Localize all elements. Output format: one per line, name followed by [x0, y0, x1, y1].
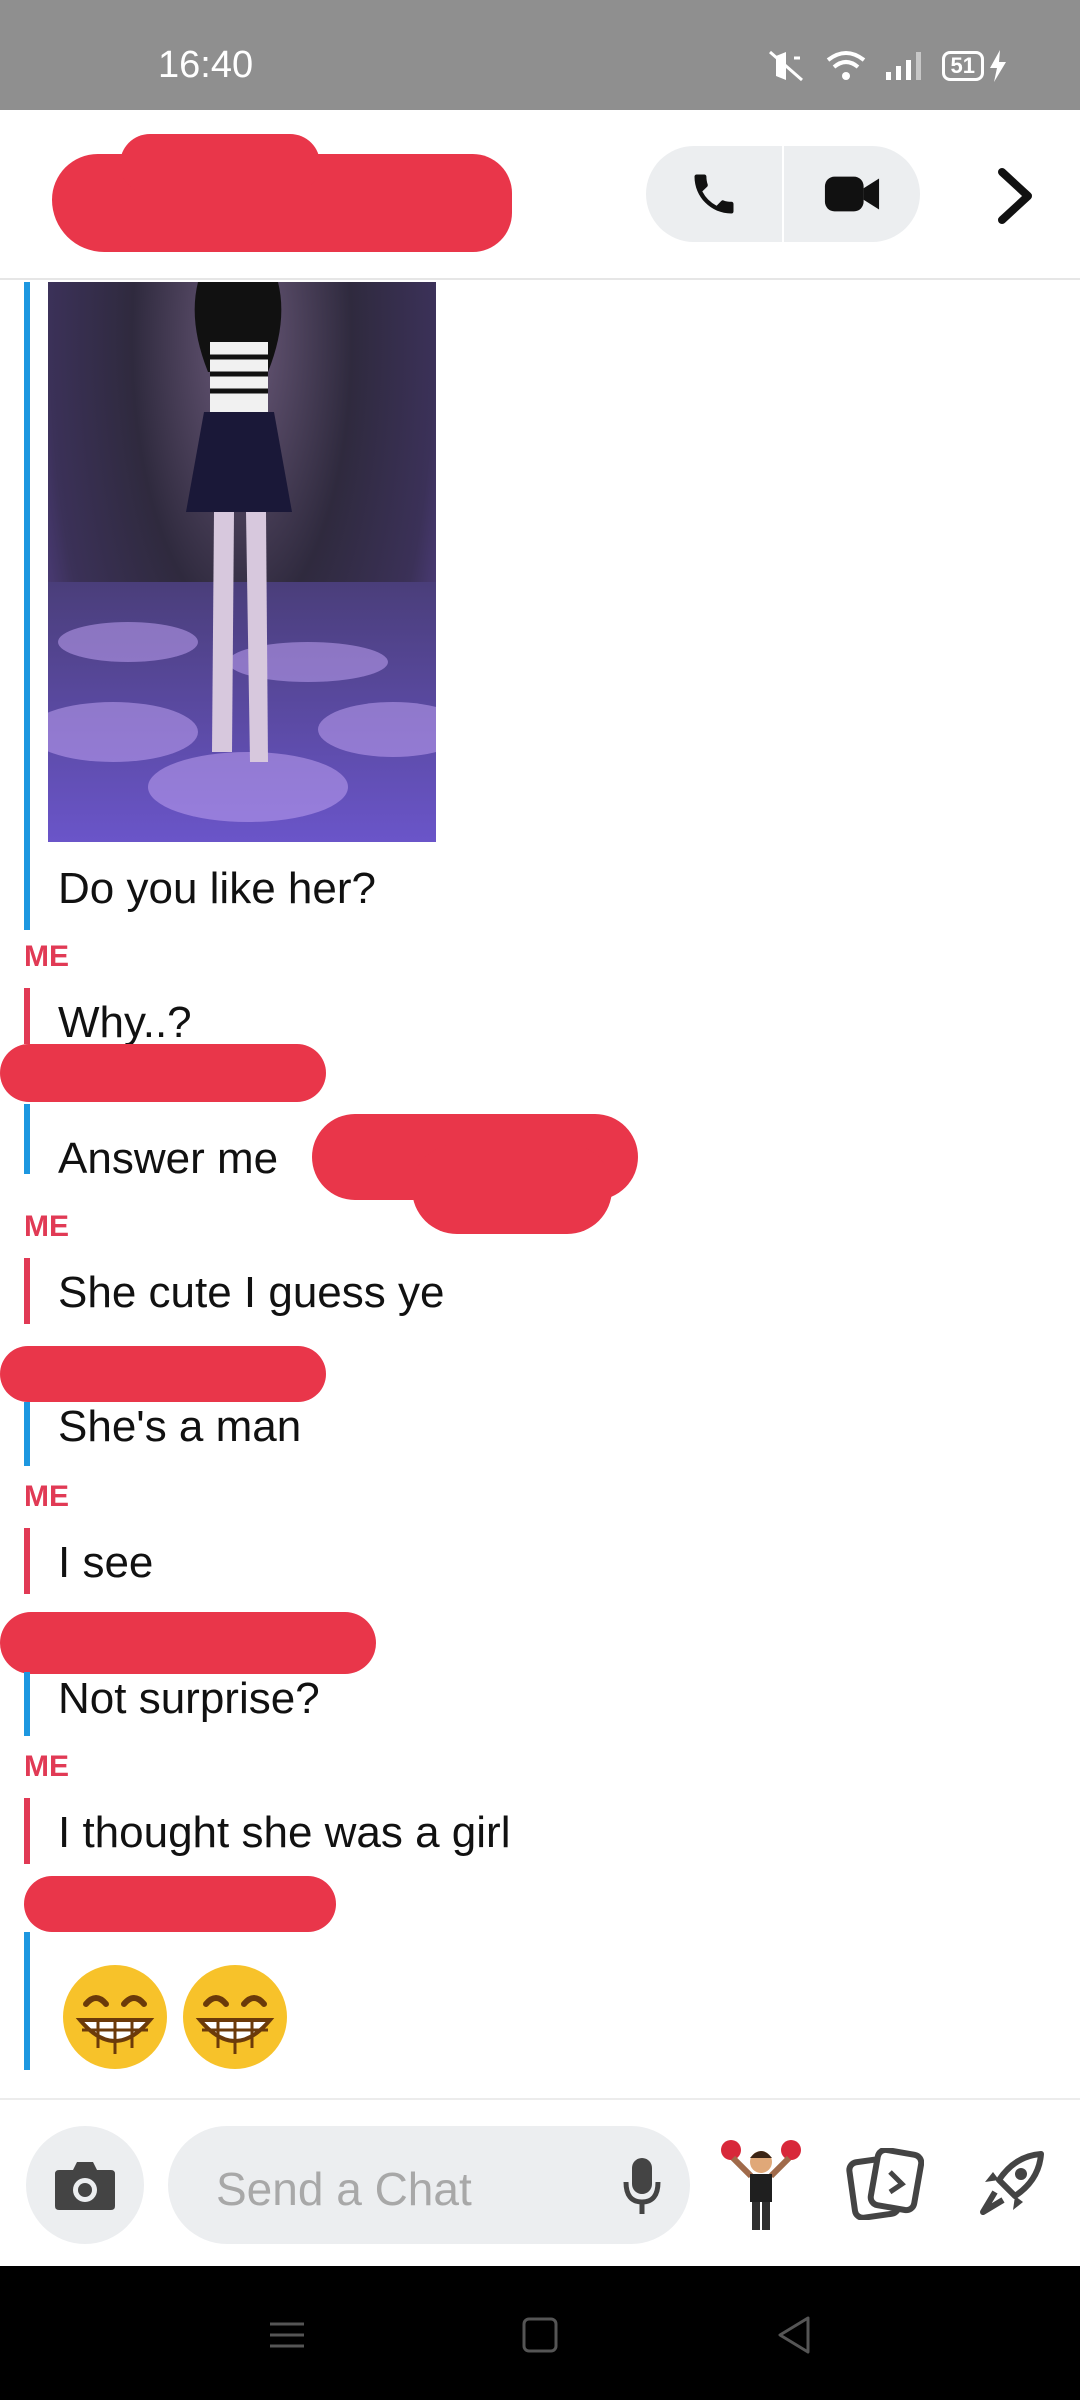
signal-icon [885, 52, 921, 80]
rocket-icon [980, 2151, 1044, 2215]
grinning-face-emoji [183, 1965, 287, 2069]
sender-label-me: ME [24, 1210, 69, 1243]
chat-header [0, 110, 1080, 280]
sender-label-me: ME [24, 1750, 69, 1783]
system-nav-bar [0, 2266, 1080, 2400]
call-actions [646, 146, 920, 242]
grinning-face-emoji [63, 1965, 167, 2069]
chat-thread[interactable]: Do you like her? ME Why..? Answer me ME … [0, 282, 1080, 2098]
cards-icon [846, 2148, 924, 2220]
message-text: I thought she was a girl [58, 1808, 511, 1857]
back-icon[interactable] [770, 2310, 820, 2360]
mute-vibrate-icon [768, 50, 803, 82]
chat-input[interactable]: Send a Chat [168, 2126, 690, 2244]
sender-name-redaction [0, 1612, 376, 1674]
video-call-button[interactable] [784, 146, 920, 242]
sender-bar-me [24, 1258, 30, 1324]
battery-indicator: 51 [941, 50, 1008, 82]
sender-name-redaction [0, 1346, 326, 1402]
bitmoji-icon [721, 2140, 801, 2230]
message-text: She cute I guess ye [58, 1268, 445, 1317]
games-button[interactable] [966, 2136, 1056, 2232]
home-icon[interactable] [515, 2310, 565, 2360]
camera-icon [55, 2162, 115, 2210]
sender-name-redaction [24, 1876, 336, 1932]
status-time: 16:40 [158, 44, 254, 86]
sender-bar-other [24, 1932, 30, 2070]
bitmoji-button[interactable] [716, 2136, 806, 2232]
composer-bar: Send a Chat [0, 2098, 1080, 2266]
sender-bar-me [24, 1798, 30, 1864]
video-icon [824, 176, 880, 212]
message-text: Answer me [58, 1134, 279, 1183]
microphone-icon[interactable] [622, 2156, 662, 2216]
sender-bar-other [24, 1104, 30, 1174]
wifi-icon [826, 51, 865, 80]
status-bar: 16:40 51 [0, 0, 1080, 110]
message-text: I see [58, 1538, 154, 1587]
message-text: Do you like her? [58, 864, 376, 913]
phone-icon [694, 174, 734, 214]
camera-button[interactable] [26, 2126, 144, 2244]
battery-level: 51 [941, 51, 984, 81]
voice-call-button[interactable] [646, 146, 782, 242]
sender-bar-other [24, 1402, 30, 1466]
sender-bar-me [24, 988, 30, 1044]
chevron-right-icon[interactable] [990, 166, 1040, 226]
sender-name-redaction [0, 1044, 326, 1102]
chat-input-placeholder: Send a Chat [216, 2163, 472, 2215]
sender-label-me: ME [24, 940, 69, 973]
message-redaction [412, 1144, 612, 1234]
person-figure [186, 282, 292, 762]
sender-bar-other [24, 1672, 30, 1736]
message-text: Not surprise? [58, 1674, 320, 1723]
menu-icon[interactable] [262, 2310, 312, 2360]
message-text: She's a man [58, 1402, 302, 1451]
redaction-blob [120, 134, 320, 194]
cards-button[interactable] [840, 2136, 930, 2232]
status-icons: 51 [764, 48, 1008, 84]
shared-image[interactable] [48, 282, 436, 842]
message-text: Why..? [58, 998, 192, 1047]
sender-bar-other [24, 282, 30, 930]
sender-bar-me [24, 1528, 30, 1594]
charging-icon [990, 50, 1006, 82]
sender-label-me: ME [24, 1480, 69, 1513]
